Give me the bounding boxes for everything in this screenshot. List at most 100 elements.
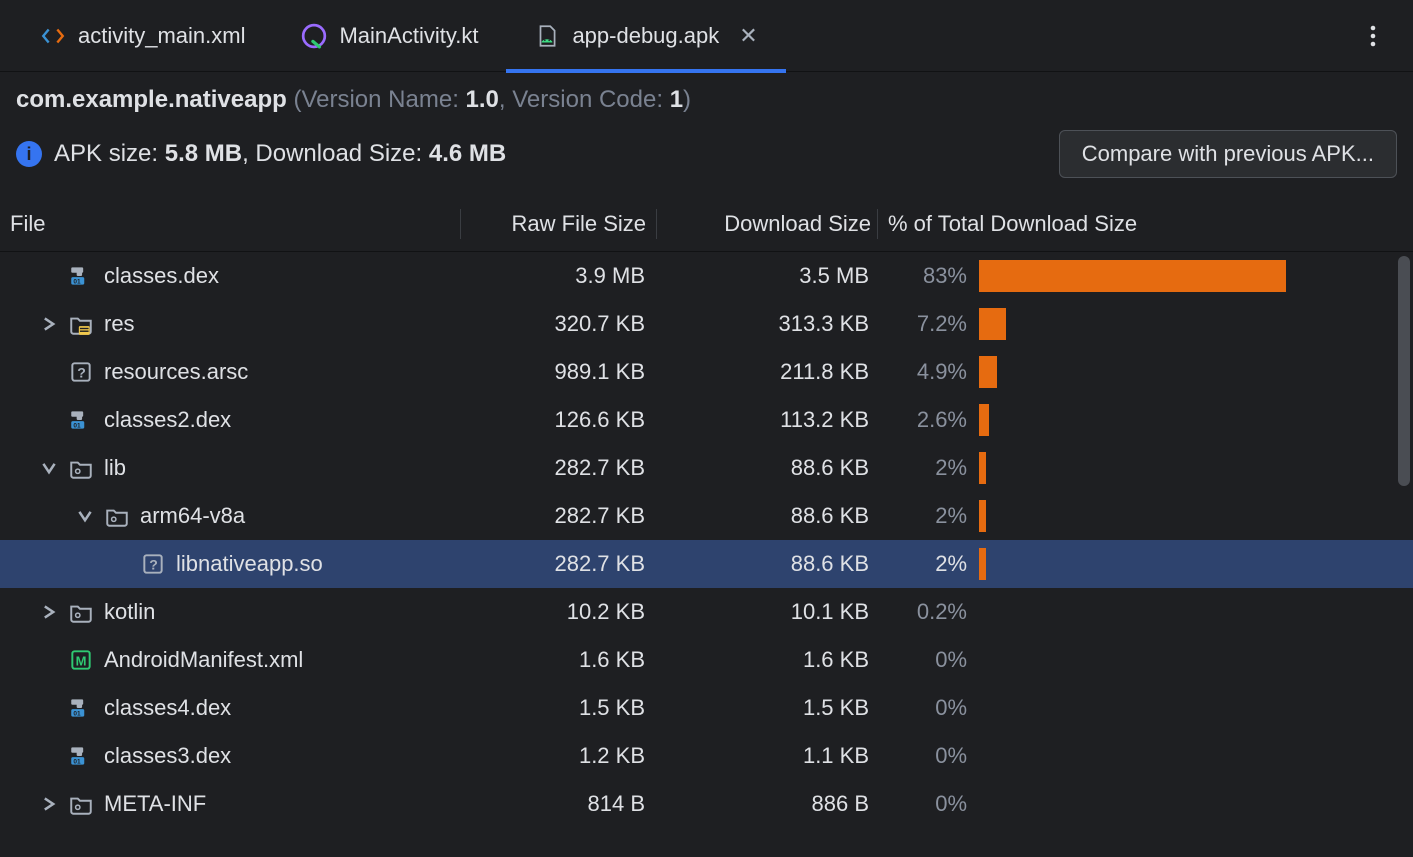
percent-value: 2% [875, 503, 975, 529]
svg-text:01: 01 [73, 279, 81, 286]
raw-size: 126.6 KB [460, 407, 655, 433]
svg-text:?: ? [149, 556, 158, 572]
percent-value: 0.2% [875, 599, 975, 625]
table-row[interactable]: 01 classes3.dex1.2 KB1.1 KB0% [0, 732, 1413, 780]
chevron-right-icon[interactable] [40, 317, 58, 331]
chevron-right-icon[interactable] [40, 605, 58, 619]
dex-icon: 01 [68, 695, 94, 721]
file-cell: ? libnativeapp.so [0, 551, 460, 577]
table-header: File Raw File Size Download Size % of To… [0, 196, 1413, 252]
file-name: classes2.dex [104, 407, 231, 433]
file-cell: res [0, 311, 460, 337]
table-row[interactable]: 01 classes.dex3.9 MB3.5 MB83% [0, 252, 1413, 300]
table-row[interactable]: ? resources.arsc989.1 KB211.8 KB4.9% [0, 348, 1413, 396]
percent-bar [975, 308, 1413, 340]
download-size: 1.1 KB [655, 743, 875, 769]
tab-app-debug-apk[interactable]: app-debug.apk ✕ [506, 0, 785, 72]
chevron-down-icon[interactable] [76, 509, 94, 523]
table-row[interactable]: arm64-v8a282.7 KB88.6 KB2% [0, 492, 1413, 540]
percent-bar [975, 356, 1413, 388]
download-size: 88.6 KB [655, 455, 875, 481]
col-header-raw[interactable]: Raw File Size [461, 211, 656, 237]
size-text: APK size: 5.8 MB, Download Size: 4.6 MB [54, 140, 506, 168]
download-size: 113.2 KB [655, 407, 875, 433]
file-name: classes3.dex [104, 743, 231, 769]
col-header-percent[interactable]: % of Total Download Size [878, 211, 1413, 237]
package-name: com.example.nativeapp [16, 86, 287, 113]
raw-size: 1.6 KB [460, 647, 655, 673]
download-size: 1.5 KB [655, 695, 875, 721]
file-name: libnativeapp.so [176, 551, 323, 577]
raw-size: 10.2 KB [460, 599, 655, 625]
file-name: lib [104, 455, 126, 481]
percent-bar [975, 404, 1413, 436]
file-name: arm64-v8a [140, 503, 245, 529]
download-size: 313.3 KB [655, 311, 875, 337]
dex-icon: 01 [68, 743, 94, 769]
tab-main-activity[interactable]: MainActivity.kt [273, 0, 506, 72]
apk-header: com.example.nativeapp (Version Name: 1.0… [0, 72, 1413, 186]
raw-size: 320.7 KB [460, 311, 655, 337]
download-size: 3.5 MB [655, 263, 875, 289]
close-icon[interactable]: ✕ [739, 23, 757, 49]
editor-tabs: activity_main.xml MainActivity.kt app-de… [0, 0, 1413, 72]
percent-bar [975, 260, 1413, 292]
file-cell: ? resources.arsc [0, 359, 460, 385]
col-header-file[interactable]: File [0, 211, 460, 237]
table-row[interactable]: kotlin 10.2 KB10.1 KB0.2% [0, 588, 1413, 636]
file-name: classes4.dex [104, 695, 231, 721]
raw-size: 814 B [460, 791, 655, 817]
percent-value: 0% [875, 695, 975, 721]
table-row[interactable]: lib282.7 KB88.6 KB2% [0, 444, 1413, 492]
download-size: 10.1 KB [655, 599, 875, 625]
file-name: classes.dex [104, 263, 219, 289]
xml-file-icon [40, 23, 66, 49]
vertical-scrollbar[interactable] [1398, 256, 1410, 486]
percent-value: 83% [875, 263, 975, 289]
file-name: META-INF [104, 791, 206, 817]
percent-value: 2% [875, 551, 975, 577]
file-name: kotlin [104, 599, 155, 625]
file-table-body: 01 classes.dex3.9 MB3.5 MB83% res 320.7 K… [0, 252, 1413, 857]
file-cell: lib [0, 455, 460, 481]
file-name: resources.arsc [104, 359, 248, 385]
file-name: AndroidManifest.xml [104, 647, 303, 673]
chevron-right-icon[interactable] [40, 797, 58, 811]
tab-label: activity_main.xml [78, 23, 245, 49]
chevron-down-icon[interactable] [40, 461, 58, 475]
download-size: 88.6 KB [655, 551, 875, 577]
percent-value: 0% [875, 647, 975, 673]
table-row[interactable]: 01 classes2.dex126.6 KB113.2 KB2.6% [0, 396, 1413, 444]
file-name: res [104, 311, 135, 337]
raw-size: 1.2 KB [460, 743, 655, 769]
file-cell: 01 classes2.dex [0, 407, 460, 433]
tab-activity-main[interactable]: activity_main.xml [12, 0, 273, 72]
download-size: 88.6 KB [655, 503, 875, 529]
file-cell: kotlin [0, 599, 460, 625]
info-icon: i [16, 141, 42, 167]
kotlin-class-icon [301, 23, 327, 49]
svg-text:01: 01 [73, 759, 81, 766]
table-row[interactable]: 01 classes4.dex1.5 KB1.5 KB0% [0, 684, 1413, 732]
file-cell: M AndroidManifest.xml [0, 647, 460, 673]
raw-size: 989.1 KB [460, 359, 655, 385]
table-row[interactable]: M AndroidManifest.xml1.6 KB1.6 KB0% [0, 636, 1413, 684]
tabs-overflow-menu[interactable] [1353, 16, 1393, 56]
folder-icon [68, 599, 94, 625]
svg-text:01: 01 [73, 423, 81, 430]
dex-icon: 01 [68, 407, 94, 433]
folder-icon [68, 791, 94, 817]
tab-label: app-debug.apk [572, 23, 719, 49]
percent-bar [975, 452, 1413, 484]
file-cell: META-INF [0, 791, 460, 817]
svg-text:01: 01 [73, 711, 81, 718]
table-row[interactable]: ? libnativeapp.so282.7 KB88.6 KB2% [0, 540, 1413, 588]
table-row[interactable]: res320.7 KB313.3 KB7.2% [0, 300, 1413, 348]
raw-size: 1.5 KB [460, 695, 655, 721]
table-row[interactable]: META-INF814 B886 B0% [0, 780, 1413, 828]
compare-previous-apk-button[interactable]: Compare with previous APK... [1059, 130, 1397, 178]
download-size: 886 B [655, 791, 875, 817]
file-cell: 01 classes3.dex [0, 743, 460, 769]
col-header-download[interactable]: Download Size [657, 211, 877, 237]
package-line: com.example.nativeapp (Version Name: 1.0… [16, 86, 1397, 114]
